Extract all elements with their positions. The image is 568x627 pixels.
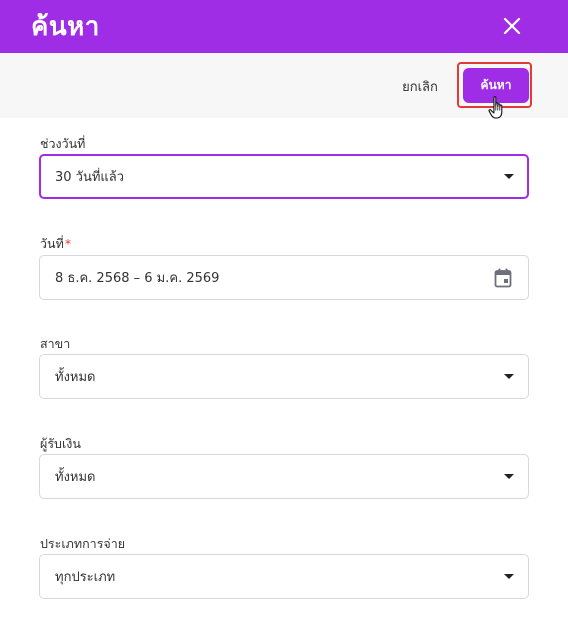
close-button[interactable] bbox=[500, 14, 524, 38]
payee-select[interactable]: ทั้งหมด bbox=[39, 454, 529, 499]
branch-label: สาขา bbox=[40, 336, 71, 351]
date-value: 8 ธ.ค. 2568 – 6 ม.ค. 2569 bbox=[55, 271, 220, 286]
expense-type-select[interactable]: ทุกประเภท bbox=[39, 554, 529, 599]
chevron-down-icon bbox=[504, 173, 514, 179]
cancel-button[interactable]: ยกเลิก bbox=[394, 73, 446, 99]
chevron-down-icon bbox=[504, 573, 514, 579]
dialog-toolbar: ยกเลิก ค้นหา bbox=[0, 53, 568, 118]
payee-label: ผู้รับเงิน bbox=[40, 436, 81, 451]
expense-type-value: ทุกประเภท bbox=[55, 570, 116, 585]
date-label-text: วันที่ bbox=[40, 236, 64, 251]
expense-type-label: ประเภทการจ่าย bbox=[40, 536, 126, 551]
payee-value: ทั้งหมด bbox=[55, 470, 96, 485]
date-range-picker[interactable]: 8 ธ.ค. 2568 – 6 ม.ค. 2569 bbox=[39, 255, 529, 300]
date-range-value: 30 วันที่แล้ว bbox=[55, 170, 125, 185]
close-icon bbox=[503, 17, 521, 35]
date-range-label: ช่วงวันที่ bbox=[40, 136, 86, 151]
branch-value: ทั้งหมด bbox=[55, 370, 96, 385]
chevron-down-icon bbox=[504, 473, 514, 479]
dialog-title: ค้นหา bbox=[31, 12, 100, 42]
date-range-select[interactable]: 30 วันที่แล้ว bbox=[39, 154, 529, 199]
date-label: วันที่* bbox=[40, 234, 71, 254]
dialog-header: ค้นหา bbox=[0, 0, 568, 53]
branch-select[interactable]: ทั้งหมด bbox=[39, 354, 529, 399]
calendar-icon[interactable] bbox=[494, 268, 512, 288]
chevron-down-icon bbox=[504, 373, 514, 379]
required-mark: * bbox=[64, 236, 72, 251]
hand-pointer-icon bbox=[488, 96, 503, 119]
